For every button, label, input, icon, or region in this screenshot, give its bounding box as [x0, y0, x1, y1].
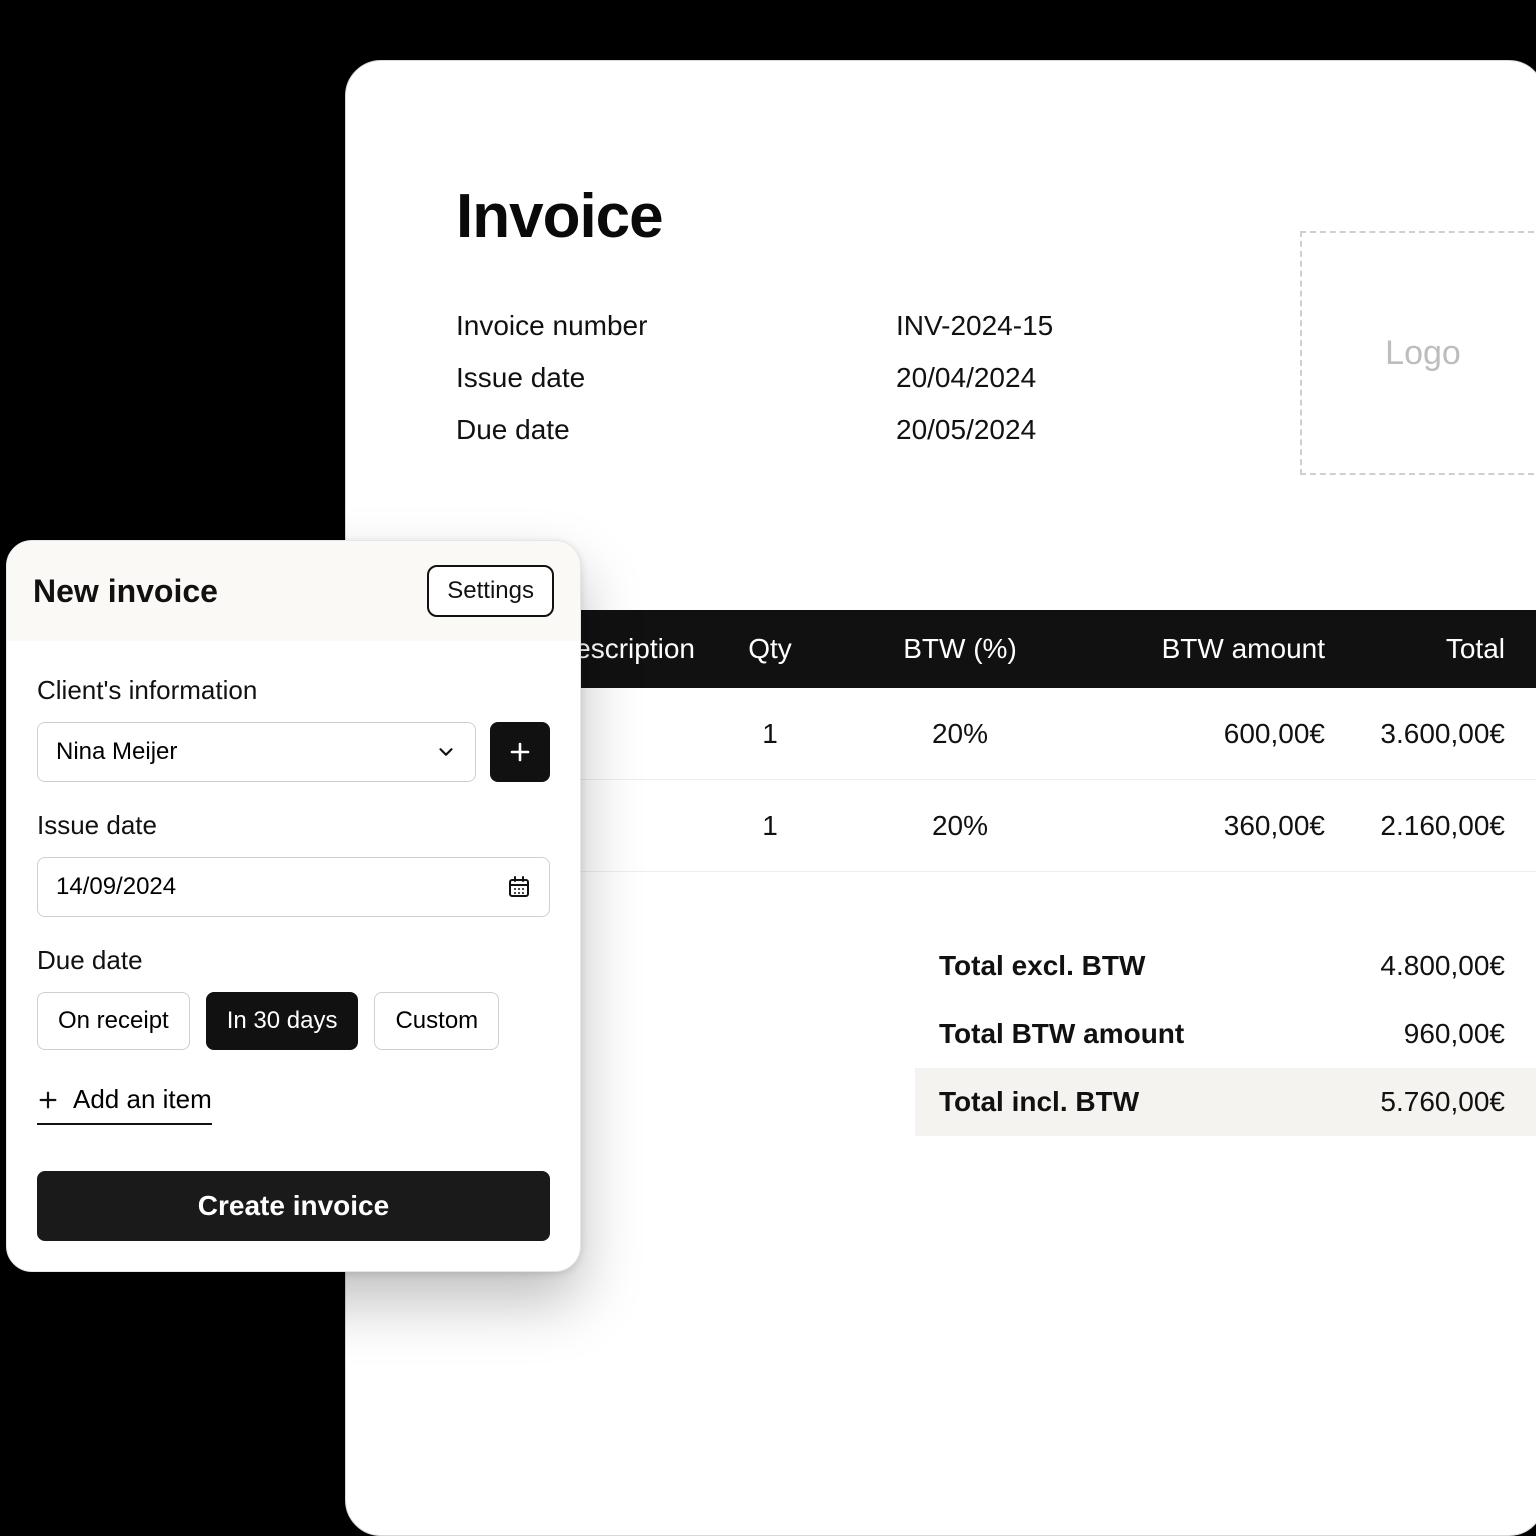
invoice-title: Invoice: [456, 181, 1434, 252]
modal-header: New invoice Settings: [7, 541, 580, 641]
table-header: Description Qty BTW (%) BTW amount Total: [455, 610, 1536, 688]
issue-date-input-value: 14/09/2024: [56, 873, 176, 901]
modal-title: New invoice: [33, 573, 218, 610]
invoice-totals: Total excl. BTW 4.800,00€ Total BTW amou…: [455, 932, 1536, 1136]
table-row: 1 20% 360,00€ 2.160,00€: [455, 780, 1536, 872]
cell-qty: 1: [695, 718, 845, 750]
issue-date-field-label: Issue date: [37, 810, 550, 841]
total-incl-label: Total incl. BTW: [939, 1086, 1139, 1118]
due-date-options: On receipt In 30 days Custom: [37, 992, 550, 1050]
logo-placeholder-label: Logo: [1385, 334, 1461, 373]
col-qty: Qty: [695, 633, 845, 665]
col-total: Total: [1325, 633, 1505, 665]
col-btw-amount: BTW amount: [1075, 633, 1325, 665]
new-invoice-modal: New invoice Settings Client's informatio…: [6, 540, 581, 1272]
invoice-meta: Invoice number INV-2024-15 Issue date 20…: [456, 312, 1434, 444]
settings-button[interactable]: Settings: [427, 565, 554, 617]
chevron-down-icon: [435, 741, 457, 763]
total-excl-value: 4.800,00€: [1380, 950, 1505, 982]
cell-btw-amt: 360,00€: [1075, 810, 1325, 842]
plus-icon: [508, 740, 532, 764]
cell-btw-pct: 20%: [845, 810, 1075, 842]
add-item-label: Add an item: [73, 1084, 212, 1115]
client-select[interactable]: Nina Meijer: [37, 722, 476, 782]
client-info-label: Client's information: [37, 675, 550, 706]
cell-btw-amt: 600,00€: [1075, 718, 1325, 750]
table-row: 1 20% 600,00€ 3.600,00€: [455, 688, 1536, 780]
issue-date-label: Issue date: [456, 364, 896, 392]
invoice-line-items-table: Description Qty BTW (%) BTW amount Total…: [455, 610, 1536, 1136]
total-btw-label: Total BTW amount: [939, 1018, 1184, 1050]
calendar-icon: [507, 875, 531, 899]
add-item-button[interactable]: Add an item: [37, 1084, 212, 1125]
create-invoice-button[interactable]: Create invoice: [37, 1171, 550, 1241]
col-btw-pct: BTW (%): [845, 633, 1075, 665]
cell-btw-pct: 20%: [845, 718, 1075, 750]
due-date-field-label: Due date: [37, 945, 550, 976]
due-option-custom[interactable]: Custom: [374, 992, 499, 1050]
due-date-value: 20/05/2024: [896, 416, 1036, 444]
plus-icon: [37, 1089, 59, 1111]
cell-total: 3.600,00€: [1325, 718, 1505, 750]
total-incl-value: 5.760,00€: [1380, 1086, 1505, 1118]
add-client-button[interactable]: [490, 722, 550, 782]
cell-qty: 1: [695, 810, 845, 842]
issue-date-value: 20/04/2024: [896, 364, 1036, 392]
invoice-number-value: INV-2024-15: [896, 312, 1053, 340]
issue-date-input[interactable]: 14/09/2024: [37, 857, 550, 917]
invoice-number-label: Invoice number: [456, 312, 896, 340]
total-btw-value: 960,00€: [1404, 1018, 1505, 1050]
cell-total: 2.160,00€: [1325, 810, 1505, 842]
client-select-value: Nina Meijer: [56, 738, 177, 766]
due-date-label: Due date: [456, 416, 896, 444]
due-option-30-days[interactable]: In 30 days: [206, 992, 359, 1050]
total-excl-label: Total excl. BTW: [939, 950, 1145, 982]
logo-placeholder[interactable]: Logo: [1300, 231, 1536, 475]
due-option-on-receipt[interactable]: On receipt: [37, 992, 190, 1050]
